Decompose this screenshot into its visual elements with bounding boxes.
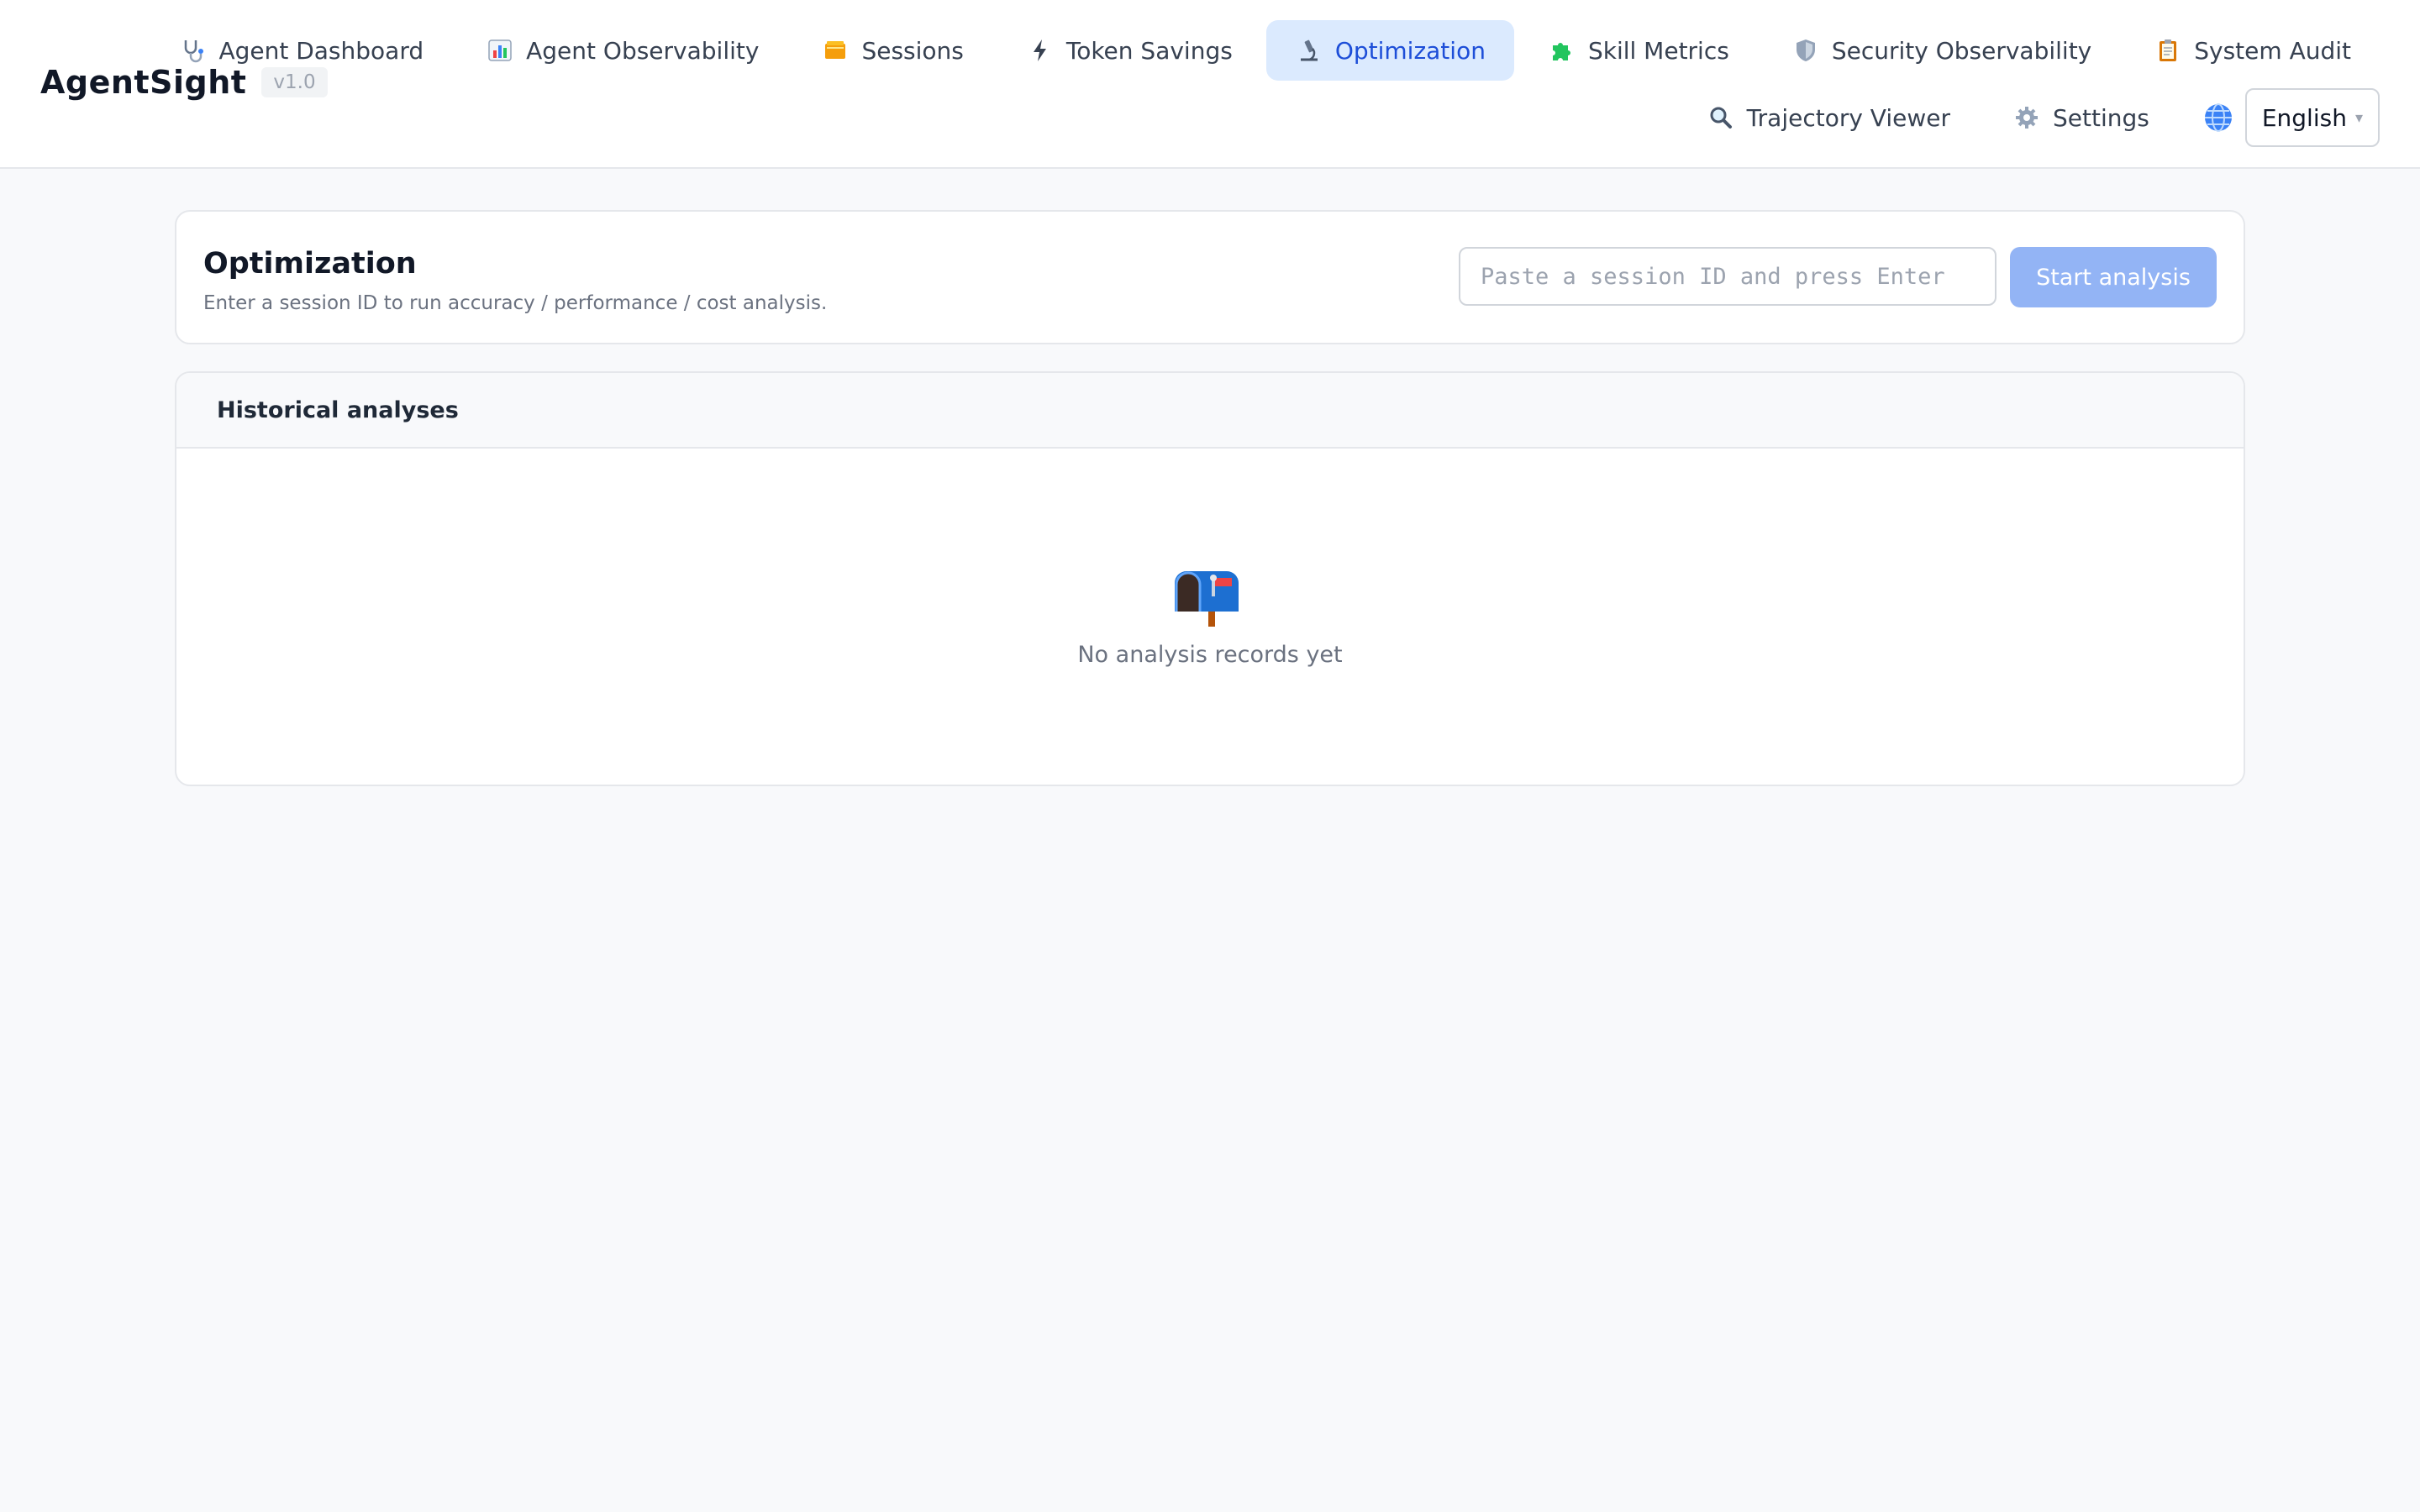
nav-item-trajectory-viewer[interactable]: Trajectory Viewer: [1678, 87, 1979, 148]
nav-label: Sessions: [861, 36, 964, 65]
historical-analyses-title: Historical analyses: [176, 373, 2244, 449]
stethoscope-icon: [178, 36, 207, 65]
start-analysis-button[interactable]: Start analysis: [2010, 247, 2217, 307]
nav-label: Trajectory Viewer: [1746, 103, 1950, 132]
clipboard-icon: [2154, 36, 2182, 65]
nav-item-token-savings[interactable]: Token Savings: [997, 20, 1261, 81]
main-nav-row-2: Trajectory Viewer Settings English ▾: [1673, 87, 2380, 148]
nav-label: Security Observability: [1831, 36, 2092, 65]
empty-state-text: No analysis records yet: [1077, 642, 1343, 668]
nav-item-agent-observability[interactable]: Agent Observability: [457, 20, 787, 81]
language-select[interactable]: English ▾: [2244, 88, 2380, 147]
bar-chart-icon: [486, 36, 514, 65]
language-selected: English: [2261, 103, 2347, 132]
lightning-icon: [1026, 36, 1055, 65]
nav-label: Settings: [2053, 103, 2149, 132]
magnifier-icon: [1707, 103, 1735, 132]
nav-label: Agent Dashboard: [218, 36, 424, 65]
nav-item-system-audit[interactable]: System Audit: [2125, 20, 2380, 81]
empty-state: No analysis records yet: [176, 566, 2244, 668]
nav-item-agent-dashboard[interactable]: Agent Dashboard: [150, 20, 452, 81]
nav-item-settings[interactable]: Settings: [1984, 87, 2178, 148]
nav-item-skill-metrics[interactable]: Skill Metrics: [1519, 20, 1758, 81]
page-title: Optimization: [203, 247, 417, 281]
card-index-icon: [821, 36, 850, 65]
microscope-icon: [1295, 36, 1323, 65]
mailbox-icon: [1175, 566, 1245, 627]
nav-label: Optimization: [1334, 36, 1486, 65]
nav-label: System Audit: [2194, 36, 2351, 65]
chevron-down-icon: ▾: [2354, 108, 2363, 127]
nav-item-sessions[interactable]: Sessions: [792, 20, 992, 81]
shield-icon: [1791, 36, 1820, 65]
historical-analyses-panel: Historical analyses No analysis records …: [175, 371, 2245, 786]
optimization-panel: Optimization Enter a session ID to run a…: [175, 210, 2245, 344]
nav-label: Agent Observability: [526, 36, 760, 65]
nav-label: Skill Metrics: [1587, 36, 1729, 65]
main-nav-row-1: Agent Dashboard Agent Observability Sess…: [145, 20, 2380, 81]
session-id-input[interactable]: [1459, 247, 1996, 306]
globe-icon: [2202, 101, 2235, 134]
page-subtitle: Enter a session ID to run accuracy / per…: [203, 292, 828, 314]
gear-icon: [2012, 103, 2041, 132]
nav-label: Token Savings: [1065, 36, 1233, 65]
nav-item-optimization[interactable]: Optimization: [1265, 20, 1514, 81]
top-navbar: AgentSight v1.0 Agent Dashboard Agent Ob…: [0, 0, 2420, 169]
puzzle-icon: [1548, 36, 1576, 65]
nav-item-security-observability[interactable]: Security Observability: [1763, 20, 2120, 81]
